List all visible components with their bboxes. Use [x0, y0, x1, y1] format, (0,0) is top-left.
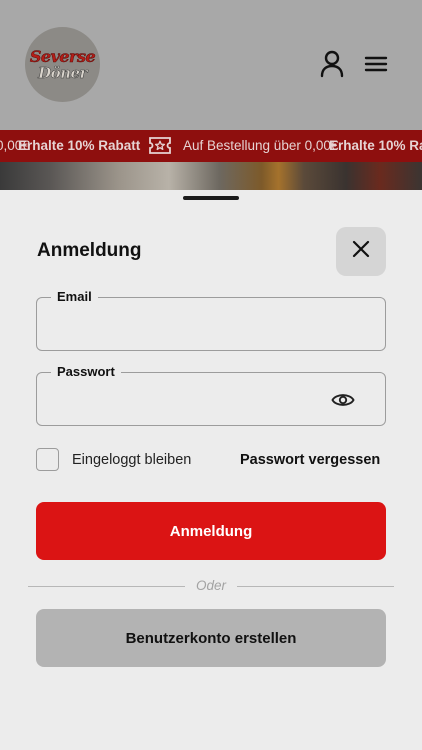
password-label: Passwort — [51, 364, 121, 379]
create-account-label: Benutzerkonto erstellen — [125, 629, 297, 647]
close-button[interactable] — [336, 227, 386, 276]
sheet-title: Anmeldung — [37, 240, 142, 261]
email-field: Email — [36, 289, 386, 351]
brand-logo[interactable]: Severse Döner — [25, 27, 100, 102]
email-input[interactable] — [51, 312, 331, 338]
close-icon — [352, 240, 370, 263]
banner-text: Erhalte 10% Ra — [329, 138, 422, 153]
password-input[interactable] — [51, 387, 331, 413]
forgot-password-link[interactable]: Passwort vergessen — [240, 452, 380, 468]
hamburger-menu-icon[interactable] — [362, 50, 390, 78]
sheet-drag-handle[interactable] — [183, 196, 239, 200]
password-field: Passwort — [36, 364, 386, 426]
banner-text: Auf Bestellung über 0,00€ — [183, 138, 339, 153]
remember-label[interactable]: Eingeloggt bleiben — [72, 452, 191, 468]
login-button-label: Anmeldung — [169, 522, 253, 540]
remember-checkbox[interactable] — [36, 448, 59, 471]
eye-icon[interactable] — [331, 391, 355, 409]
logo-text-line2: Döner — [38, 64, 88, 82]
ticket-star-icon — [148, 136, 172, 155]
user-icon[interactable] — [318, 50, 346, 78]
app-header: Severse Döner — [0, 0, 422, 130]
promo-banner: 0,00€ Erhalte 10% Rabatt Auf Bestellung … — [0, 130, 422, 162]
login-button[interactable]: Anmeldung — [36, 502, 386, 560]
create-account-button[interactable]: Benutzerkonto erstellen — [36, 609, 386, 667]
banner-text: Erhalte 10% Rabatt — [18, 138, 141, 153]
email-label: Email — [51, 289, 98, 304]
divider-label: Oder — [195, 578, 226, 593]
logo-text-line1: Severse — [29, 47, 96, 66]
